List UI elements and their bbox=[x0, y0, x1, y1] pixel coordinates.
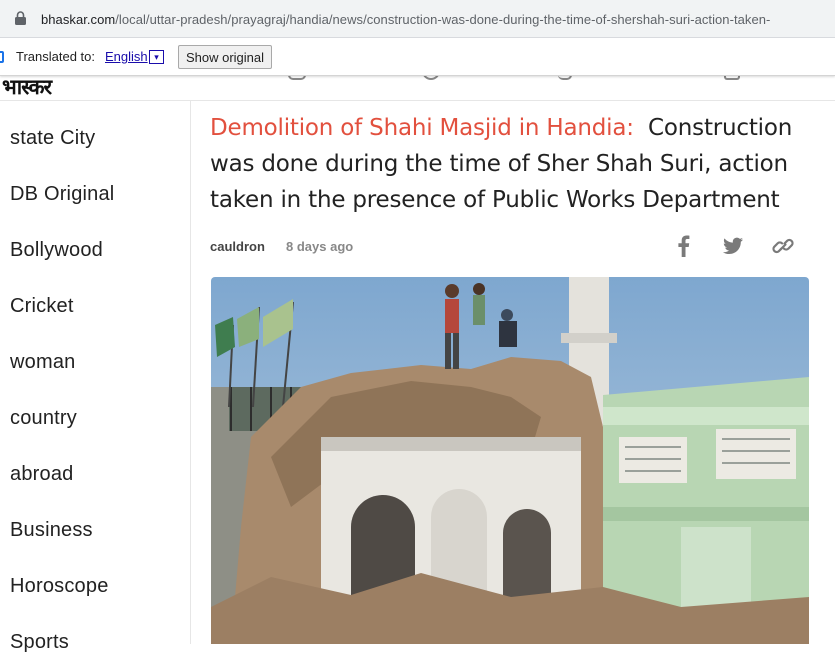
site-header: भास्कर bbox=[0, 70, 835, 101]
link-icon[interactable] bbox=[771, 233, 795, 259]
sidebar-item-sports[interactable]: Sports bbox=[10, 631, 69, 654]
sidebar-item-business[interactable]: Business bbox=[10, 519, 93, 542]
show-original-button[interactable]: Show original bbox=[178, 45, 272, 69]
site-logo[interactable]: भास्कर bbox=[2, 73, 52, 101]
translate-icon bbox=[0, 51, 4, 63]
translated-to-label: Translated to: bbox=[16, 49, 96, 64]
sidebar-item-bollywood[interactable]: Bollywood bbox=[10, 239, 103, 262]
url-text[interactable]: bhaskar.com/local/uttar-pradesh/prayagra… bbox=[41, 12, 835, 27]
publish-time: 8 days ago bbox=[286, 239, 354, 254]
article-headline: Demolition of Shahi Masjid in Handia: Co… bbox=[210, 110, 810, 218]
sidebar-item-cricket[interactable]: Cricket bbox=[10, 295, 74, 318]
translate-bar: Translated to: English ▾ bbox=[0, 38, 835, 76]
url-host: bhaskar.com bbox=[41, 12, 116, 27]
url-path: /local/uttar-pradesh/prayagraj/handia/ne… bbox=[115, 12, 771, 27]
sidebar-item-horoscope[interactable]: Horoscope bbox=[10, 575, 109, 598]
lock-icon[interactable] bbox=[14, 11, 27, 26]
browser-address-bar: bhaskar.com/local/uttar-pradesh/prayagra… bbox=[0, 0, 835, 38]
sidebar-item-abroad[interactable]: abroad bbox=[10, 463, 73, 486]
facebook-icon[interactable] bbox=[672, 233, 696, 259]
author-name[interactable]: cauldron bbox=[210, 239, 265, 254]
twitter-icon[interactable] bbox=[721, 233, 745, 259]
sidebar-item-db-original[interactable]: DB Original bbox=[10, 183, 114, 206]
sidebar-nav: state City DB Original Bollywood Cricket… bbox=[0, 101, 191, 653]
sidebar-item-state-city[interactable]: state City bbox=[10, 127, 95, 150]
sidebar-item-woman[interactable]: woman bbox=[10, 351, 75, 374]
headline-highlight: Demolition of Shahi Masjid in Handia: bbox=[210, 115, 634, 141]
language-link[interactable]: English bbox=[105, 49, 148, 64]
chevron-down-icon[interactable]: ▾ bbox=[149, 50, 164, 64]
url-field[interactable]: bhaskar.com/local/uttar-pradesh/prayagra… bbox=[0, 3, 835, 33]
sidebar-item-country[interactable]: country bbox=[10, 407, 77, 430]
article-hero-image[interactable] bbox=[211, 277, 809, 644]
